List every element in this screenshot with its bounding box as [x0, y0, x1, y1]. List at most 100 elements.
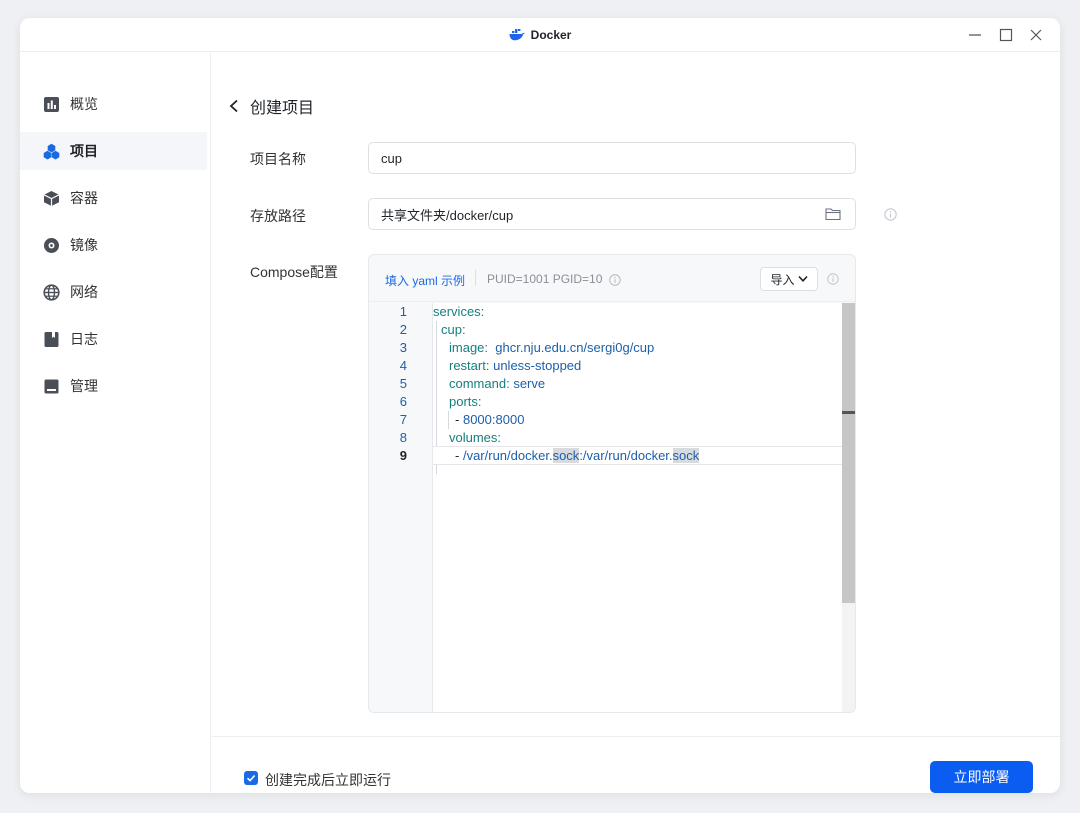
project-name-input[interactable]: cup — [368, 142, 856, 174]
compose-toolbar: 填入 yaml 示例 PUID=1001 PGID=10 导入 — [369, 255, 855, 302]
overview-icon — [42, 95, 60, 113]
sidebar-item-container[interactable]: 容器 — [20, 179, 207, 217]
yaml-value-part: :/var/run/docker. — [579, 448, 673, 463]
yaml-value-part: /var/run/docker. — [462, 448, 553, 463]
line-number: 7 — [399, 412, 407, 427]
code-line: - 8000:8000 — [433, 411, 842, 429]
window-title: Docker — [20, 18, 1060, 52]
scrollbar-cursor-marker — [842, 411, 855, 414]
docker-whale-icon — [509, 29, 525, 41]
code-line: services: — [433, 303, 842, 321]
sidebar-item-log[interactable]: 日志 — [20, 320, 207, 358]
network-globe-icon — [42, 283, 60, 301]
sidebar-item-label: 日志 — [70, 331, 98, 347]
footer-bar: 创建完成后立即运行 立即部署 — [212, 736, 1060, 793]
run-after-create-label[interactable]: 创建完成后立即运行 — [265, 770, 391, 790]
main-content: 创建项目 项目名称 cup 存放路径 共享文件夹/docker/cup Comp… — [212, 53, 1060, 793]
search-match-highlight: sock — [672, 448, 700, 463]
container-icon — [42, 189, 60, 207]
maximize-button[interactable] — [993, 18, 1019, 52]
yaml-dash: - — [455, 448, 460, 463]
sidebar-item-label: 概览 — [70, 96, 98, 112]
sidebar-item-label: 容器 — [70, 190, 98, 206]
chevron-left-icon — [229, 99, 238, 113]
yaml-dash: - — [455, 412, 460, 427]
storage-path-input[interactable]: 共享文件夹/docker/cup — [368, 198, 856, 230]
back-button[interactable]: 创建项目 — [228, 95, 314, 117]
chevron-down-icon — [797, 275, 808, 282]
toolbar-divider — [475, 270, 476, 286]
line-number: 4 — [399, 358, 407, 373]
env-hint-text: PUID=1001 PGID=10 — [487, 272, 603, 286]
docker-window: Docker 概览 项目 容器 镜像 网络 日志 管理 创建项目 项目名称 cu… — [20, 18, 1060, 793]
yaml-value: 8000:8000 — [462, 412, 525, 427]
yaml-key: command: — [449, 376, 510, 391]
sidebar-item-label: 项目 — [70, 143, 98, 159]
code-line-current: - /var/run/docker.sock:/var/run/docker.s… — [433, 446, 842, 465]
close-button[interactable] — [1023, 18, 1049, 52]
sidebar-item-label: 网络 — [70, 284, 98, 300]
yaml-key: ports: — [449, 394, 482, 409]
import-label: 导入 — [770, 272, 795, 287]
project-icon — [42, 142, 60, 160]
scrollbar-thumb[interactable] — [842, 303, 855, 603]
manage-icon — [42, 377, 60, 395]
sidebar-item-image[interactable]: 镜像 — [20, 226, 207, 264]
storage-path-value: 共享文件夹/docker/cup — [381, 207, 514, 223]
yaml-key: volumes: — [449, 430, 502, 445]
code-line: cup: — [433, 321, 842, 339]
import-info-icon[interactable] — [827, 273, 839, 285]
search-match-highlight: sock — [552, 448, 580, 463]
project-name-value: cup — [381, 150, 402, 166]
title-bar: Docker — [20, 18, 1060, 52]
sidebar-item-label: 管理 — [70, 378, 98, 394]
fill-yaml-example-link[interactable]: 填入 yaml 示例 — [385, 272, 465, 289]
sidebar-item-project[interactable]: 项目 — [20, 132, 207, 170]
yaml-key: services: — [433, 304, 485, 319]
line-number-current: 9 — [399, 448, 407, 463]
code-line: ports: — [433, 393, 842, 411]
maximize-icon — [999, 28, 1013, 42]
code-area[interactable]: services: cup: image: ghcr.nju.edu.cn/se… — [433, 303, 842, 712]
deploy-now-button[interactable]: 立即部署 — [930, 761, 1033, 793]
window-title-text: Docker — [530, 28, 572, 42]
minimize-button[interactable] — [962, 18, 988, 52]
sidebar-item-network[interactable]: 网络 — [20, 273, 207, 311]
line-number: 6 — [399, 394, 407, 409]
yaml-key: cup: — [441, 322, 466, 337]
code-line: image: ghcr.nju.edu.cn/sergi0g/cup — [433, 339, 842, 357]
sidebar: 概览 项目 容器 镜像 网络 日志 管理 — [20, 53, 211, 793]
sidebar-item-manage[interactable]: 管理 — [20, 367, 207, 405]
page-title: 创建项目 — [250, 100, 315, 117]
yaml-value: serve — [513, 376, 546, 391]
yaml-key: restart: — [449, 358, 490, 373]
line-number: 1 — [399, 304, 407, 319]
import-dropdown-button[interactable]: 导入 — [760, 267, 818, 291]
line-number: 8 — [399, 430, 407, 445]
image-icon — [42, 236, 60, 254]
yaml-key: image: — [449, 340, 489, 355]
env-info-icon[interactable] — [609, 274, 621, 286]
close-icon — [1030, 29, 1042, 41]
sidebar-item-label: 镜像 — [70, 237, 98, 253]
log-book-icon — [42, 330, 60, 348]
code-line: restart: unless-stopped — [433, 357, 842, 375]
project-name-label: 项目名称 — [250, 151, 306, 167]
yaml-value: ghcr.nju.edu.cn/sergi0g/cup — [495, 340, 655, 355]
code-line: command: serve — [433, 375, 842, 393]
line-number-gutter: 1 2 3 4 5 6 7 8 9 — [369, 303, 433, 712]
editor-vertical-scrollbar[interactable] — [842, 303, 855, 712]
folder-icon[interactable] — [825, 207, 841, 221]
code-editor[interactable]: 1 2 3 4 5 6 7 8 9 services: cup: image: … — [369, 303, 855, 712]
minimize-icon — [969, 34, 981, 36]
run-after-create-checkbox[interactable] — [244, 771, 258, 785]
line-number: 3 — [399, 340, 407, 355]
code-line: volumes: — [433, 429, 842, 447]
sidebar-item-overview[interactable]: 概览 — [20, 85, 207, 123]
path-info-icon[interactable] — [884, 208, 897, 221]
checkmark-icon — [246, 774, 256, 782]
line-number: 5 — [399, 376, 407, 391]
yaml-value: unless-stopped — [493, 358, 582, 373]
storage-path-label: 存放路径 — [250, 208, 306, 224]
compose-config-label: Compose配置 — [250, 264, 338, 280]
